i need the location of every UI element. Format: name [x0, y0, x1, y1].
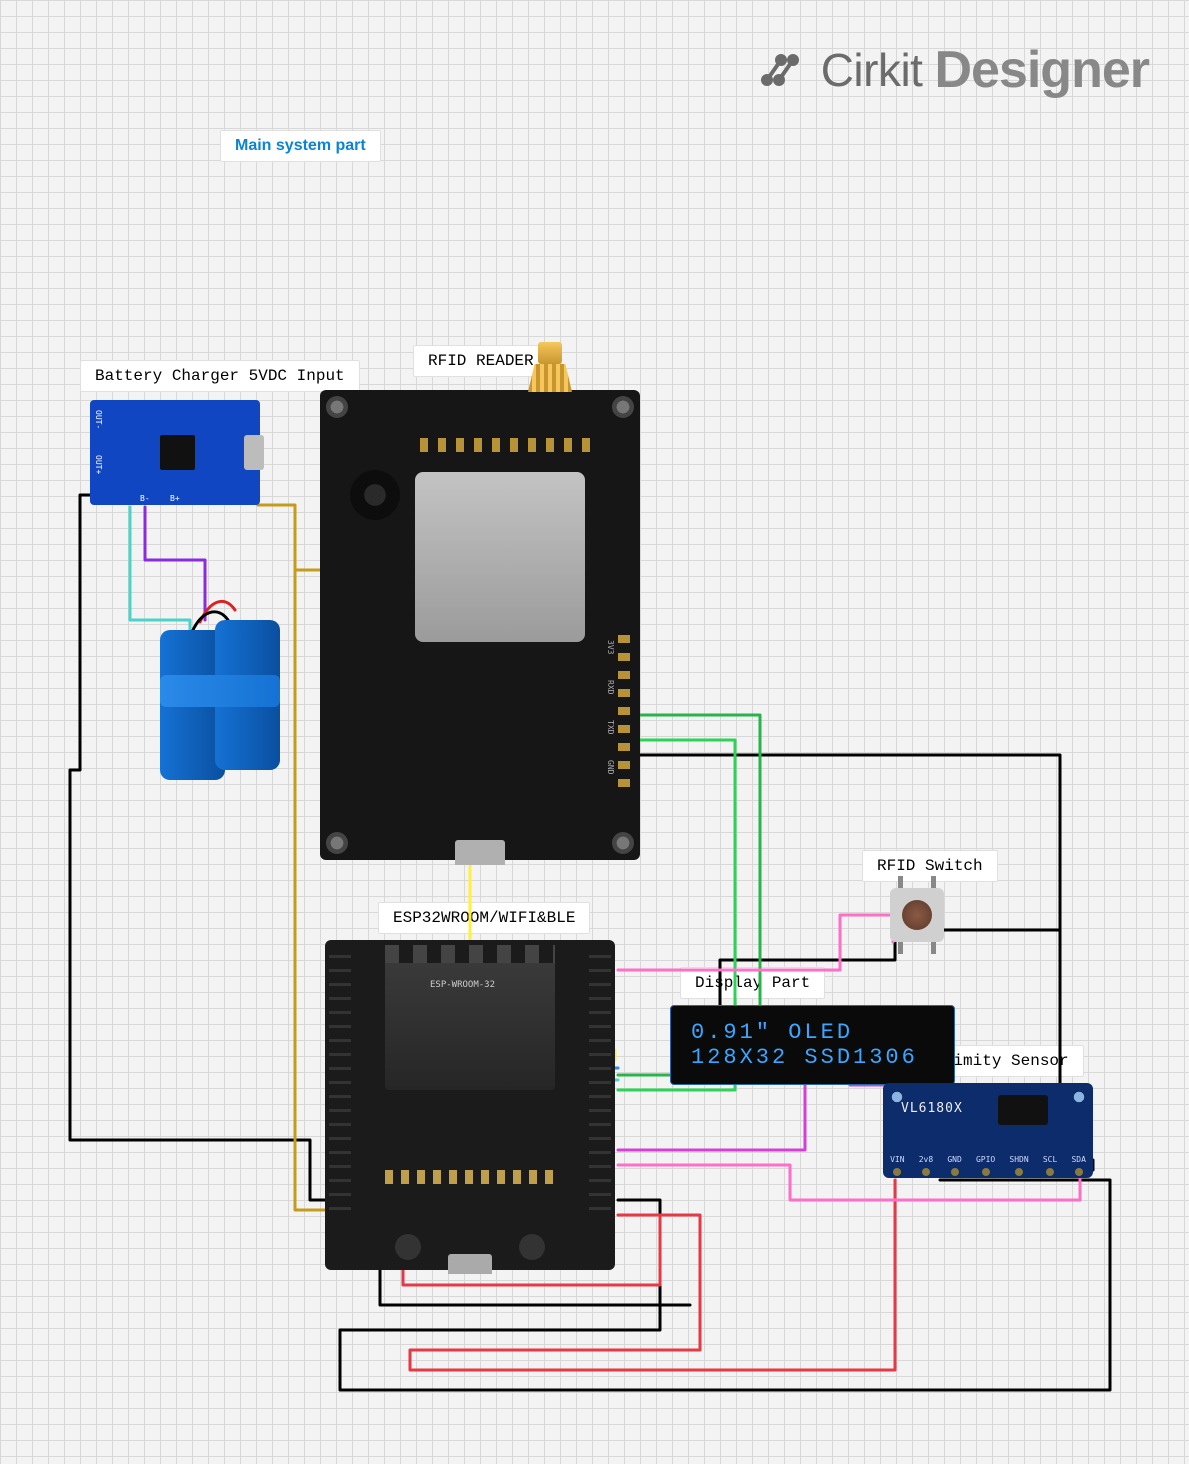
charger-silk: OUT-	[94, 410, 103, 429]
charger-ic-icon	[160, 435, 195, 470]
oled-line1: 0.91" OLED	[691, 1020, 934, 1045]
pin-header-icon	[618, 635, 630, 795]
rf-shield-icon	[415, 472, 585, 642]
switch-leg-icon	[931, 876, 936, 888]
rfid-pin-label: 3V3	[606, 640, 615, 654]
pin-header-icon	[589, 955, 611, 1215]
mounting-hole-icon	[1070, 1088, 1088, 1106]
pin-label: VIN	[890, 1155, 904, 1178]
pin-label: SCL	[1043, 1155, 1057, 1178]
rfid-switch-button[interactable]	[890, 888, 944, 942]
switch-leg-icon	[931, 942, 936, 954]
brand-icon	[761, 46, 809, 94]
rfid-pin-label: TXD	[606, 720, 615, 734]
mounting-hole-icon	[612, 396, 634, 418]
proximity-sensor-board[interactable]: VL6180X VIN 2v8 GND GPIO SHDN SCL SDA	[883, 1083, 1093, 1178]
sma-antenna-icon	[520, 342, 580, 412]
rfid-pin-label: RXD	[606, 680, 615, 694]
battery-pack[interactable]	[160, 620, 290, 790]
proximity-chip-name: VL6180X	[901, 1101, 963, 1116]
esp32-module-name: ESP-WROOM-32	[430, 980, 495, 990]
micro-usb-icon	[448, 1254, 492, 1274]
micro-usb-icon	[455, 840, 505, 865]
mounting-hole-icon	[612, 832, 634, 854]
pin-header-icon	[385, 1170, 555, 1184]
battery-wrap-icon	[160, 675, 280, 707]
label-esp32[interactable]: ESP32WROOM/WIFI&BLE	[378, 902, 590, 934]
buzzer-icon	[350, 470, 400, 520]
mounting-hole-icon	[326, 396, 348, 418]
pcb-antenna-icon	[385, 945, 555, 963]
charger-silk: B-	[140, 494, 150, 503]
charger-usb-icon	[244, 435, 264, 470]
esp32-board[interactable]: ESP-WROOM-32	[325, 940, 615, 1270]
oled-line2: 128X32 SSD1306	[691, 1045, 934, 1070]
mounting-hole-icon	[326, 832, 348, 854]
pin-header-icon	[420, 438, 590, 452]
label-display[interactable]: Display Part	[680, 967, 825, 999]
pin-label: GND	[947, 1155, 961, 1178]
oled-display[interactable]: 0.91" OLED 128X32 SSD1306	[670, 1005, 955, 1085]
rfid-reader-board[interactable]: 3V3 RXD TXD GND	[320, 390, 640, 860]
brand-product: Designer	[934, 40, 1149, 100]
brand-logo: Cirkit Designer	[761, 40, 1149, 100]
en-button-icon	[395, 1234, 421, 1260]
section-title[interactable]: Main system part	[220, 130, 381, 162]
pin-label: SHDN	[1009, 1155, 1028, 1178]
proximity-pin-row: VIN 2v8 GND GPIO SHDN SCL SDA	[883, 1155, 1093, 1178]
boot-button-icon	[519, 1234, 545, 1260]
brand-name: Cirkit	[821, 43, 923, 97]
pin-label: GPIO	[976, 1155, 995, 1178]
label-charger[interactable]: Battery Charger 5VDC Input	[80, 360, 360, 392]
pin-label: 2v8	[919, 1155, 933, 1178]
rfid-pin-label: GND	[606, 760, 615, 774]
label-rfid-switch[interactable]: RFID Switch	[862, 850, 998, 882]
pin-header-icon	[329, 955, 351, 1215]
pin-label: SDA	[1071, 1155, 1085, 1178]
switch-leg-icon	[898, 942, 903, 954]
charger-silk: OUT+	[94, 455, 103, 474]
tof-sensor-icon	[998, 1095, 1048, 1125]
esp32-module-icon: ESP-WROOM-32	[385, 960, 555, 1090]
switch-leg-icon	[898, 876, 903, 888]
charger-board[interactable]: OUT- OUT+ B- B+	[90, 400, 260, 505]
charger-silk: B+	[170, 494, 180, 503]
